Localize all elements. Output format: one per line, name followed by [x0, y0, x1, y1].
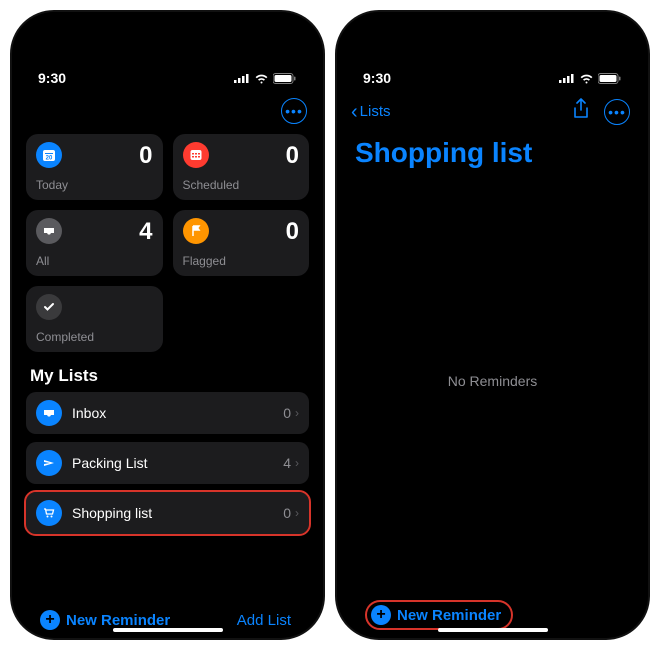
more-button[interactable]: ••• [604, 99, 630, 125]
checkmark-icon [36, 294, 62, 320]
list-label: Packing List [72, 455, 283, 471]
list-count: 4 [283, 455, 291, 471]
card-count: 0 [139, 142, 152, 170]
card-count: 0 [286, 218, 299, 246]
ellipsis-icon: ••• [285, 104, 303, 118]
chevron-right-icon: › [295, 406, 299, 420]
plus-icon: + [40, 610, 60, 630]
tray-icon [36, 400, 62, 426]
flag-icon [183, 218, 209, 244]
calendar-grid-icon [183, 142, 209, 168]
wifi-icon [579, 73, 594, 84]
tray-icon [36, 218, 62, 244]
chevron-right-icon: › [295, 506, 299, 520]
phone-left: 9:30 ••• 20 [10, 10, 325, 640]
new-reminder-label: New Reminder [66, 612, 170, 629]
chevron-left-icon: ‹ [351, 102, 358, 122]
calendar-icon: 20 [36, 142, 62, 168]
cart-icon [36, 500, 62, 526]
card-flagged[interactable]: 0 Flagged [173, 210, 310, 276]
my-lists-title: My Lists [30, 366, 305, 386]
ellipsis-icon: ••• [608, 105, 626, 119]
plus-icon: + [371, 605, 391, 625]
wifi-icon [254, 73, 269, 84]
new-reminder-button[interactable]: + New Reminder [365, 600, 513, 630]
card-label: All [36, 254, 153, 268]
status-bar: 9:30 [12, 52, 323, 92]
empty-state: No Reminders [351, 169, 634, 592]
list-title: Shopping list [355, 137, 634, 169]
chevron-right-icon: › [295, 456, 299, 470]
home-indicator[interactable] [438, 628, 548, 632]
battery-icon [598, 73, 622, 84]
notch [103, 12, 233, 40]
list-row-packing[interactable]: Packing List 4 › [26, 442, 309, 484]
card-label: Completed [36, 330, 153, 344]
back-label: Lists [360, 103, 391, 120]
home-indicator[interactable] [113, 628, 223, 632]
back-button[interactable]: ‹ Lists [351, 102, 391, 122]
notch [428, 12, 558, 40]
svg-text:20: 20 [46, 156, 53, 162]
list-count: 0 [283, 505, 291, 521]
summary-cards: 20 0 Today 0 Scheduled [26, 134, 309, 352]
add-list-button[interactable]: Add List [237, 612, 291, 629]
card-label: Flagged [183, 254, 300, 268]
status-time: 9:30 [38, 70, 66, 86]
card-count: 4 [139, 218, 152, 246]
battery-icon [273, 73, 297, 84]
card-all[interactable]: 4 All [26, 210, 163, 276]
cellular-icon [234, 73, 250, 83]
list-row-inbox[interactable]: Inbox 0 › [26, 392, 309, 434]
more-button[interactable]: ••• [281, 98, 307, 124]
list-label: Shopping list [72, 505, 283, 521]
cellular-icon [559, 73, 575, 83]
list-row-shopping[interactable]: Shopping list 0 › [26, 492, 309, 534]
card-label: Scheduled [183, 178, 300, 192]
phone-right: 9:30 ‹ Lists [335, 10, 650, 640]
airplane-icon [36, 450, 62, 476]
list-count: 0 [283, 405, 291, 421]
empty-text: No Reminders [448, 373, 537, 389]
card-completed[interactable]: Completed [26, 286, 163, 352]
new-reminder-label: New Reminder [397, 607, 501, 624]
new-reminder-button[interactable]: + New Reminder [40, 610, 170, 630]
status-bar: 9:30 [337, 52, 648, 92]
list-label: Inbox [72, 405, 283, 421]
share-button[interactable] [572, 98, 590, 125]
card-today[interactable]: 20 0 Today [26, 134, 163, 200]
card-label: Today [36, 178, 153, 192]
card-scheduled[interactable]: 0 Scheduled [173, 134, 310, 200]
card-count: 0 [286, 142, 299, 170]
status-time: 9:30 [363, 70, 391, 86]
